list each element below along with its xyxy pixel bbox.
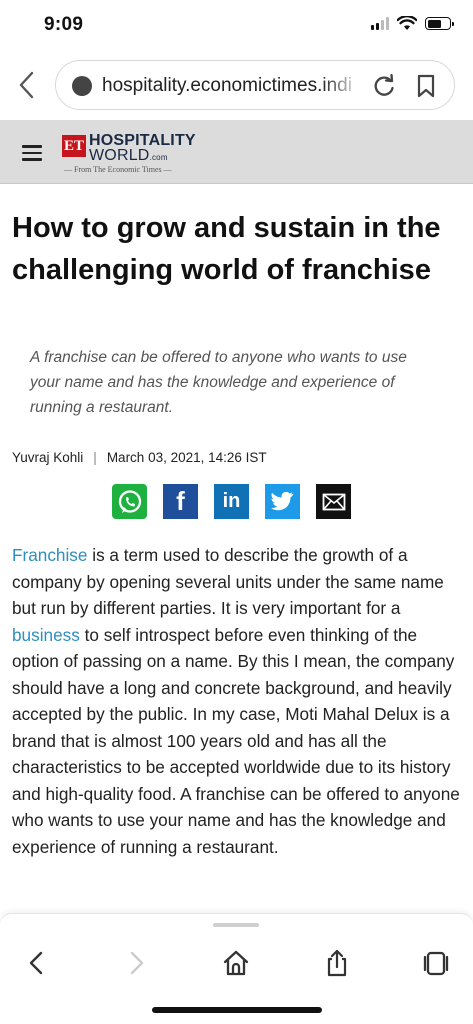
menu-icon[interactable]	[22, 145, 42, 161]
home-icon[interactable]	[221, 948, 251, 978]
wifi-icon	[397, 16, 417, 30]
status-icons	[371, 16, 454, 31]
bookmark-icon[interactable]	[415, 73, 437, 99]
business-link[interactable]: business	[12, 625, 80, 645]
mail-icon[interactable]	[316, 484, 351, 519]
article-body-text-2: to self introspect before even thinking …	[12, 624, 460, 857]
author-name[interactable]: Yuvraj Kohli	[12, 450, 83, 465]
article-byline: Yuvraj Kohli | March 03, 2021, 14:26 IST	[12, 450, 267, 465]
share-icon[interactable]	[322, 948, 352, 978]
home-indicator	[152, 1007, 322, 1013]
share-buttons: f in	[112, 484, 351, 519]
facebook-icon[interactable]: f	[163, 484, 198, 519]
publish-date: March 03, 2021, 14:26 IST	[106, 450, 267, 465]
article-title: How to grow and sustain in the challengi…	[12, 212, 441, 286]
logo-et-mark: ET	[62, 135, 86, 157]
reload-icon[interactable]	[372, 73, 396, 99]
status-time: 9:09	[44, 14, 84, 35]
site-info-icon[interactable]	[72, 76, 92, 96]
linkedin-icon[interactable]: in	[214, 484, 249, 519]
whatsapp-icon[interactable]	[112, 484, 147, 519]
cellular-signal-icon	[371, 17, 389, 30]
url-text[interactable]: hospitality.economictimes.indi	[102, 75, 362, 97]
article-body: Franchise is a term used to describe the…	[12, 542, 462, 860]
status-bar: 9:09	[0, 0, 473, 50]
browser-back-icon[interactable]	[16, 70, 38, 100]
site-logo[interactable]: ET HOSPITALITY WORLD.com — From The Econ…	[62, 132, 212, 176]
logo-line2: WORLD.com	[89, 147, 168, 164]
article-summary: A franchise can be offered to anyone who…	[30, 349, 407, 416]
toolbar-grabber[interactable]	[213, 923, 259, 927]
franchise-link[interactable]: Franchise	[12, 545, 87, 565]
tabs-icon[interactable]	[421, 948, 451, 978]
back-icon[interactable]	[22, 948, 52, 978]
logo-tagline: — From The Economic Times —	[64, 165, 172, 174]
site-header: ET HOSPITALITY WORLD.com — From The Econ…	[0, 120, 473, 184]
forward-icon[interactable]	[121, 948, 151, 978]
url-bar[interactable]: hospitality.economictimes.indi	[55, 60, 455, 110]
byline-separator: |	[93, 450, 97, 465]
battery-icon	[425, 17, 454, 30]
twitter-icon[interactable]	[265, 484, 300, 519]
browser-address-row: hospitality.economictimes.indi	[0, 56, 473, 114]
